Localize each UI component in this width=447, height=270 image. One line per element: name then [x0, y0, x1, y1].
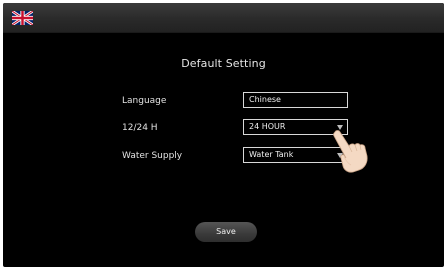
pointing-hand-icon	[333, 130, 368, 173]
uk-flag-icon[interactable]	[12, 11, 33, 25]
time-format-value: 24 HOUR	[249, 122, 286, 131]
screen: Default Setting Language Chinese 12/24 H…	[3, 3, 444, 267]
page-title: Default Setting	[181, 57, 266, 70]
save-button[interactable]: Save	[195, 222, 257, 242]
water-supply-label: Water Supply	[122, 151, 183, 161]
device-frame: Default Setting Language Chinese 12/24 H…	[0, 0, 447, 270]
language-label: Language	[122, 96, 167, 106]
top-bar	[3, 3, 444, 33]
language-value: Chinese	[249, 95, 281, 104]
water-supply-value: Water Tank	[249, 150, 294, 159]
language-field[interactable]: Chinese	[243, 92, 348, 108]
time-format-label: 12/24 H	[122, 123, 158, 133]
